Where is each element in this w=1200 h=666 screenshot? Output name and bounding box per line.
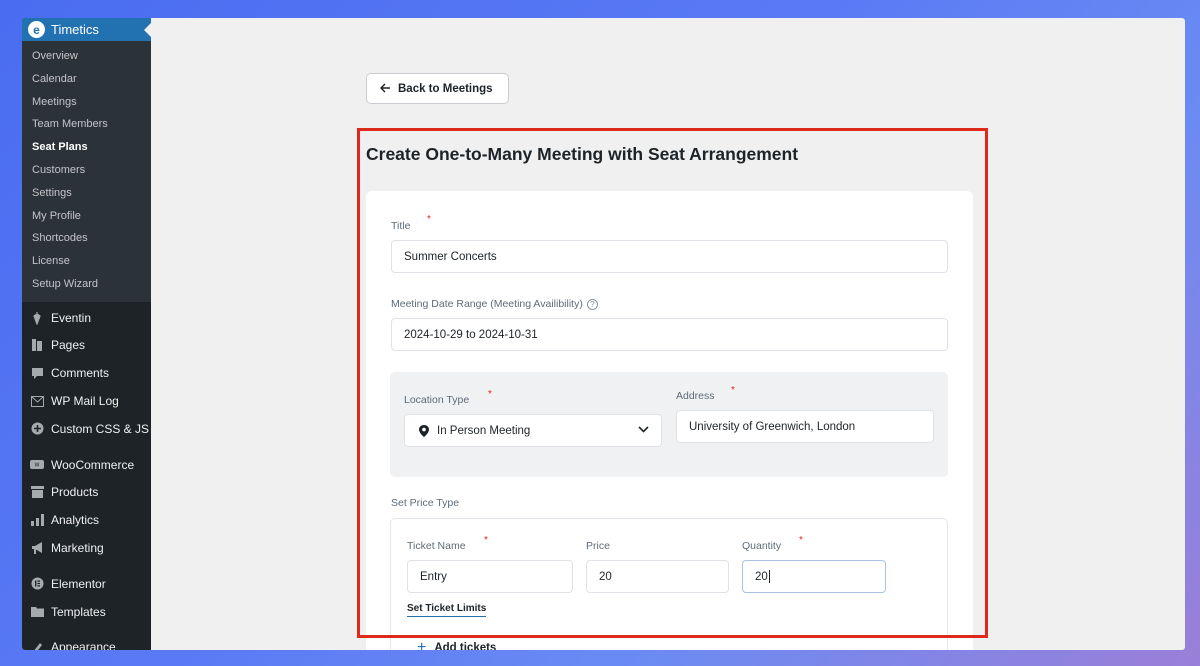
menu-item-label: Comments <box>51 366 110 381</box>
price-type-label: Set Price Type <box>391 497 460 509</box>
meeting-form-card: Title * Summer Concerts Meeting Date Ran… <box>366 191 973 650</box>
back-button-label: Back to Meetings <box>398 82 493 95</box>
pages-icon <box>30 338 44 352</box>
ticket-name-input[interactable]: Entry <box>407 560 573 593</box>
folder-icon <box>30 605 44 619</box>
menu-item-marketing[interactable]: Marketing <box>22 534 151 562</box>
chevron-down-icon <box>638 424 649 436</box>
quantity-input[interactable]: 20 <box>742 560 886 593</box>
menu-item-appearance[interactable]: Appearance <box>22 634 151 650</box>
set-ticket-limits-link[interactable]: Set Ticket Limits <box>407 603 487 617</box>
submenu-item-setup-wizard[interactable]: Setup Wizard <box>22 273 151 296</box>
menu-separator <box>22 626 151 634</box>
menu-item-wp-mail-log[interactable]: WP Mail Log <box>22 387 151 415</box>
submenu-item-overview[interactable]: Overview <box>22 45 151 68</box>
menu-item-label: Analytics <box>51 513 100 528</box>
submenu-item-settings[interactable]: Settings <box>22 182 151 205</box>
brush-icon <box>30 640 44 650</box>
title-input[interactable]: Summer Concerts <box>391 240 948 273</box>
menu-item-label: Templates <box>51 604 106 619</box>
quantity-label: Quantity <box>742 540 782 552</box>
add-tickets-label: Add tickets <box>434 642 497 650</box>
submenu-item-shortcodes[interactable]: Shortcodes <box>22 227 151 250</box>
location-type-value: In Person Meeting <box>437 424 531 437</box>
svg-text:W: W <box>35 462 40 468</box>
menu-separator <box>22 443 151 451</box>
browser-window: e Timetics Overview Calendar Meetings Te… <box>22 18 1185 650</box>
comments-icon <box>30 366 44 380</box>
active-menu-notch <box>144 23 151 37</box>
menu-item-label: WooCommerce <box>51 457 135 472</box>
text-caret <box>768 570 770 583</box>
menu-item-custom-css-js[interactable]: Custom CSS & JS <box>22 415 151 443</box>
menu-item-products[interactable]: Products <box>22 479 151 507</box>
required-indicator: * <box>427 214 431 225</box>
menu-item-comments[interactable]: Comments <box>22 359 151 387</box>
mail-icon <box>30 394 44 408</box>
submenu-item-customers[interactable]: Customers <box>22 159 151 182</box>
plus-circle-icon <box>30 422 44 436</box>
title-label: Title <box>391 220 411 232</box>
address-input[interactable]: University of Greenwich, London <box>676 410 934 443</box>
menu-item-label: Appearance <box>51 640 116 650</box>
arrow-left-icon <box>380 81 391 96</box>
menu-item-woocommerce[interactable]: W WooCommerce <box>22 451 151 479</box>
required-indicator: * <box>799 535 803 546</box>
required-indicator: * <box>488 389 492 400</box>
woocommerce-icon: W <box>30 458 44 472</box>
timetics-submenu: Overview Calendar Meetings Team Members … <box>22 41 151 302</box>
submenu-item-team-members[interactable]: Team Members <box>22 113 151 136</box>
submenu-item-my-profile[interactable]: My Profile <box>22 205 151 228</box>
location-type-label: Location Type <box>404 394 470 406</box>
menu-item-pages[interactable]: Pages <box>22 332 151 360</box>
location-type-select[interactable]: In Person Meeting <box>404 414 662 447</box>
menu-item-elementor[interactable]: Elementor <box>22 570 151 598</box>
elementor-icon <box>30 577 44 591</box>
megaphone-icon <box>30 541 44 555</box>
products-icon <box>30 485 44 499</box>
main-content: Back to Meetings Create One-to-Many Meet… <box>151 18 1185 650</box>
submenu-item-meetings[interactable]: Meetings <box>22 91 151 114</box>
info-icon[interactable]: ? <box>586 298 598 310</box>
page-title: Create One-to-Many Meeting with Seat Arr… <box>366 144 799 164</box>
menu-item-label: Marketing <box>51 541 104 556</box>
location-pin-icon <box>419 424 429 437</box>
eventin-icon <box>30 311 44 325</box>
menu-item-templates[interactable]: Templates <box>22 598 151 626</box>
date-range-label: Meeting Date Range (Meeting Availibility… <box>391 298 598 310</box>
menu-item-label: Pages <box>51 338 86 353</box>
address-label: Address <box>676 390 715 402</box>
menu-item-label: Products <box>51 485 99 500</box>
menu-item-label: Eventin <box>51 310 92 325</box>
menu-item-label: Elementor <box>51 576 106 591</box>
submenu-item-seat-plans[interactable]: Seat Plans <box>22 136 151 159</box>
submenu-item-license[interactable]: License <box>22 250 151 273</box>
price-label: Price <box>586 540 610 552</box>
menu-item-eventin[interactable]: Eventin <box>22 304 151 332</box>
ticket-name-label: Ticket Name <box>407 540 466 552</box>
date-range-input[interactable]: 2024-10-29 to 2024-10-31 <box>391 318 948 351</box>
admin-sidebar: e Timetics Overview Calendar Meetings Te… <box>22 18 151 650</box>
plus-icon: + <box>417 639 427 650</box>
back-to-meetings-button[interactable]: Back to Meetings <box>366 73 509 104</box>
price-input[interactable]: 20 <box>586 560 729 593</box>
menu-item-analytics[interactable]: Analytics <box>22 506 151 534</box>
menu-separator <box>22 562 151 570</box>
submenu-item-calendar[interactable]: Calendar <box>22 68 151 91</box>
sidebar-brand-label: Timetics <box>51 22 99 37</box>
sidebar-brand-timetics[interactable]: e Timetics <box>22 18 151 41</box>
add-tickets-button[interactable]: + Add tickets <box>417 639 496 650</box>
menu-item-label: WP Mail Log <box>51 394 119 409</box>
date-range-label-text: Meeting Date Range (Meeting Availibility… <box>391 298 583 310</box>
admin-menu: Eventin Pages Comments WP Mail Log Custo… <box>22 302 151 650</box>
menu-item-label: Custom CSS & JS <box>51 421 150 436</box>
analytics-icon <box>30 513 44 527</box>
timetics-logo-icon: e <box>28 21 45 38</box>
required-indicator: * <box>484 535 488 546</box>
quantity-value: 20 <box>755 570 768 583</box>
required-indicator: * <box>731 385 735 396</box>
location-section: Location Type * In Person Meeting Addres… <box>390 372 948 477</box>
ticket-section: Ticket Name * Entry Price 20 Quantity * … <box>390 518 948 650</box>
